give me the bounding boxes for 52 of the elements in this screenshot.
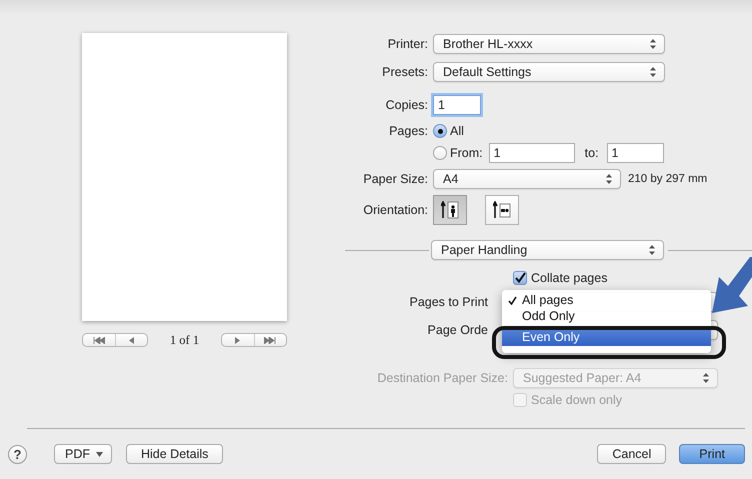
radio-button[interactable] <box>433 146 447 160</box>
to-field[interactable]: 1 <box>606 143 664 163</box>
field-label: Destination Paper Size: <box>376 371 508 385</box>
landscape-orientation-button[interactable] <box>485 195 519 225</box>
checkbox-label: Collate pages <box>531 271 608 285</box>
from-field[interactable]: 1 <box>488 143 575 163</box>
field-label: Pages to Print <box>408 295 488 309</box>
stepper-arrows-icon <box>606 174 612 184</box>
help-button[interactable]: ? <box>8 444 27 464</box>
paper-dimensions: 210 by 297 mm <box>628 173 708 185</box>
print-button[interactable]: Print <box>679 444 745 464</box>
menu-item-label: All pages <box>522 293 574 307</box>
cancel-button[interactable]: Cancel <box>597 444 666 464</box>
field-label: Page Orde <box>426 323 488 337</box>
field-label: Copies: <box>384 98 428 112</box>
paper-size-popup[interactable]: A4 <box>433 169 621 189</box>
radio-label: All <box>450 124 464 138</box>
stepper-arrows-icon <box>649 245 655 255</box>
caret-icon <box>96 452 103 456</box>
menu-item-label: Even Only <box>522 330 580 344</box>
field-label: Orientation: <box>362 203 428 217</box>
last-page-icon <box>264 336 276 344</box>
field-label: Printer: <box>386 37 428 51</box>
portrait-orientation-button[interactable] <box>433 195 467 225</box>
stepper-arrows-icon <box>650 39 656 49</box>
field-label: Pages: <box>388 124 428 138</box>
menu-item-label: Odd Only <box>522 309 575 323</box>
field-label: Paper Size: <box>362 172 428 186</box>
hide-details-button[interactable]: Hide Details <box>126 444 224 464</box>
menu-item[interactable]: All pages <box>502 292 711 308</box>
menu-item[interactable]: Odd Only <box>502 308 711 324</box>
pointer-arrow-icon <box>710 255 752 315</box>
landscape-person-icon <box>493 201 511 219</box>
pdf-button[interactable]: PDF <box>54 444 112 464</box>
printer-popup[interactable]: Brother HL-xxxx <box>433 34 665 54</box>
checkbox[interactable] <box>513 271 527 285</box>
stepper-arrows-icon <box>703 373 709 383</box>
radio-label: From: <box>450 146 483 160</box>
field-label: to: <box>584 146 599 160</box>
radio-button[interactable] <box>433 124 447 138</box>
checkbox-label: Scale down only <box>531 393 622 407</box>
field-label: Presets: <box>381 65 428 79</box>
portrait-person-icon <box>441 201 459 219</box>
page-counter: 1 of 1 <box>168 332 200 348</box>
previous-page-icon <box>128 336 134 344</box>
presets-popup[interactable]: Default Settings <box>433 62 665 82</box>
section-popup[interactable]: Paper Handling <box>431 240 664 260</box>
stepper-arrows-icon <box>650 67 656 77</box>
next-page-icon <box>234 336 241 344</box>
first-page-icon <box>92 336 105 344</box>
copies-field[interactable]: 1 <box>433 95 481 115</box>
checkmark-icon <box>514 272 526 284</box>
